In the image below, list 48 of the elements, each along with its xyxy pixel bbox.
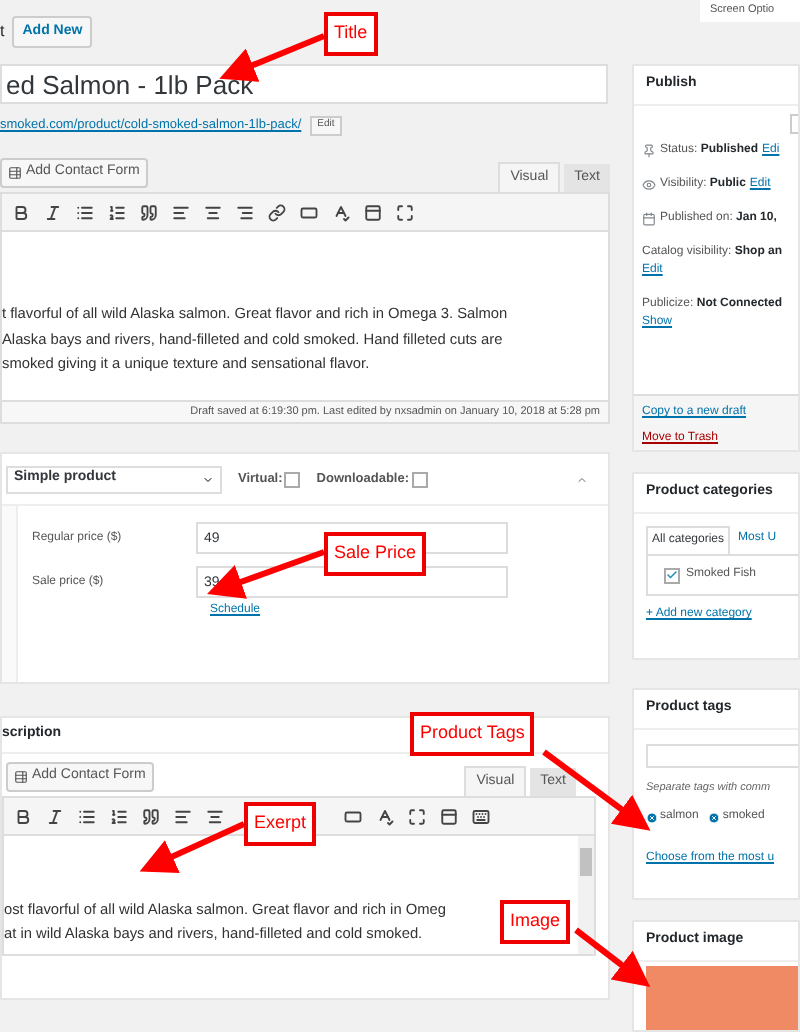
checkbox[interactable] bbox=[411, 471, 428, 487]
align-center-icon[interactable] bbox=[206, 807, 224, 825]
tag-input[interactable] bbox=[646, 744, 798, 768]
callout-label: Title bbox=[324, 12, 378, 55]
fullscreen-icon[interactable] bbox=[408, 807, 426, 825]
editor-content-area[interactable] bbox=[0, 232, 610, 400]
quote-icon[interactable] bbox=[142, 807, 160, 825]
bold-icon[interactable] bbox=[12, 203, 30, 221]
callout-label: Product Tags bbox=[410, 712, 535, 755]
checkbox[interactable] bbox=[664, 567, 680, 583]
spellcheck-icon[interactable] bbox=[376, 807, 394, 825]
callout-label: Sale Price bbox=[324, 532, 427, 575]
bullet-list-icon[interactable] bbox=[76, 203, 94, 221]
calendar-icon bbox=[642, 212, 656, 226]
toolbar-toggle-icon[interactable] bbox=[440, 807, 458, 825]
read-more-icon[interactable] bbox=[300, 203, 318, 221]
align-center-icon[interactable] bbox=[204, 203, 222, 221]
spellcheck-icon[interactable] bbox=[332, 203, 350, 221]
italic-icon[interactable] bbox=[46, 807, 64, 825]
toolbar-toggle-icon[interactable] bbox=[364, 203, 382, 221]
form-icon bbox=[8, 166, 22, 180]
callout-label: Exerpt bbox=[244, 802, 317, 845]
form-icon bbox=[14, 770, 28, 784]
arrow bbox=[574, 927, 651, 987]
arrow bbox=[139, 821, 246, 873]
pin-icon bbox=[642, 144, 656, 158]
remove-tag-icon[interactable] bbox=[646, 811, 658, 824]
align-left-icon[interactable] bbox=[172, 203, 190, 221]
bullet-list-icon[interactable] bbox=[78, 807, 96, 825]
page-heading: t bbox=[0, 20, 5, 44]
quote-icon[interactable] bbox=[140, 203, 158, 221]
callout-label: Image bbox=[500, 900, 571, 943]
link-icon[interactable] bbox=[268, 203, 286, 221]
align-left-icon[interactable] bbox=[174, 807, 192, 825]
bold-icon[interactable] bbox=[14, 807, 32, 825]
remove-tag-icon[interactable] bbox=[708, 811, 721, 824]
fullscreen-icon[interactable] bbox=[396, 203, 414, 221]
checkbox[interactable] bbox=[284, 471, 301, 487]
italic-icon[interactable] bbox=[44, 203, 62, 221]
eye-icon bbox=[642, 178, 656, 192]
numbered-list-icon[interactable] bbox=[110, 807, 128, 825]
arrow bbox=[207, 549, 325, 599]
align-right-icon[interactable] bbox=[236, 203, 254, 221]
keyboard-icon[interactable] bbox=[472, 807, 490, 825]
scrollbar[interactable] bbox=[578, 836, 594, 954]
title-field[interactable]: ed Salmon - 1lb Pack bbox=[0, 64, 608, 104]
read-more-icon[interactable] bbox=[344, 807, 362, 825]
numbered-list-icon[interactable] bbox=[108, 203, 126, 221]
